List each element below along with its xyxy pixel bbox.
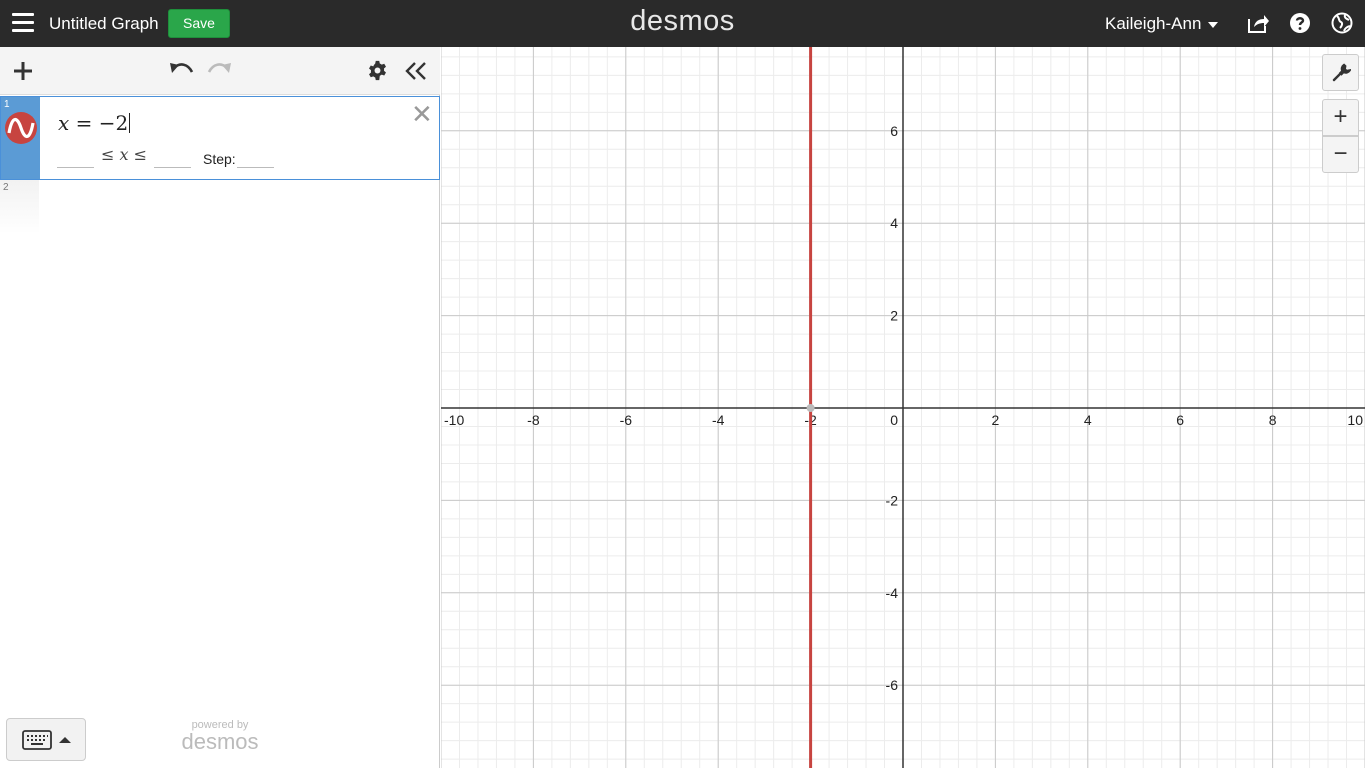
graph-title[interactable]: Untitled Graph xyxy=(49,14,159,34)
x-tick-label: 2 xyxy=(992,412,1000,428)
x-tick-label: 6 xyxy=(1176,412,1184,428)
expression-number: 1 xyxy=(4,99,10,110)
close-icon[interactable]: ✕ xyxy=(411,101,433,127)
x-tick-label: 8 xyxy=(1269,412,1277,428)
y-tick-label: -6 xyxy=(886,677,899,693)
save-button[interactable]: Save xyxy=(168,9,230,38)
chevron-down-icon xyxy=(1208,21,1219,28)
gear-icon[interactable] xyxy=(367,60,388,81)
redo-icon[interactable] xyxy=(207,59,233,79)
keyboard-icon xyxy=(22,730,52,750)
graph-paper[interactable]: -10-8-6-4-20246810642-2-4-6 xyxy=(441,47,1365,768)
y-tick-label: -4 xyxy=(886,585,899,601)
user-name: Kaileigh-Ann xyxy=(1105,14,1202,33)
x-tick-label: 0 xyxy=(890,412,898,428)
share-icon[interactable] xyxy=(1246,11,1270,35)
expression-panel: 1 x = −2 ✕ ≤ x ≤ Step: 2 powered by desm… xyxy=(0,47,440,768)
chevron-up-icon xyxy=(59,737,71,743)
math-var: x xyxy=(58,111,70,135)
step-input[interactable] xyxy=(237,148,274,168)
leq-symbol: ≤ xyxy=(133,145,148,164)
zoom-out-button[interactable]: − xyxy=(1322,136,1359,173)
x-tick-label: -4 xyxy=(712,412,725,428)
graph-settings-button[interactable] xyxy=(1322,54,1359,91)
x-tick-label: -6 xyxy=(620,412,633,428)
expression-toolbar xyxy=(0,47,440,95)
step-label: Step: xyxy=(203,151,236,167)
x-tick-label: -8 xyxy=(527,412,540,428)
y-tick-label: 6 xyxy=(890,123,898,139)
expression-tab: 1 xyxy=(1,97,40,179)
undo-icon[interactable] xyxy=(168,59,194,79)
globe-icon[interactable] xyxy=(1330,11,1354,35)
expression-tab: 2 xyxy=(0,180,39,234)
y-tick-label: 4 xyxy=(890,215,898,231)
powered-by-desmos[interactable]: powered by desmos xyxy=(178,719,262,753)
wrench-icon xyxy=(1332,63,1352,82)
math-value: −2 xyxy=(98,111,129,135)
x-tick-label: 10 xyxy=(1347,412,1363,428)
expression-number: 2 xyxy=(3,182,9,193)
text-cursor xyxy=(129,113,131,133)
keyboard-toggle-button[interactable] xyxy=(6,718,86,761)
domain-lower-input[interactable] xyxy=(57,148,94,168)
menu-icon[interactable] xyxy=(12,13,34,32)
desmos-app: Untitled Graph Save desmos Kaileigh-Ann xyxy=(0,0,1365,768)
math-input[interactable]: x = −2 xyxy=(58,111,131,135)
domain-inequality: ≤ x ≤ xyxy=(101,145,147,169)
y-tick-label: -2 xyxy=(886,492,899,508)
domain-upper-input[interactable] xyxy=(154,148,191,168)
zoom-in-button[interactable]: + xyxy=(1322,99,1359,136)
graph-canvas[interactable]: -10-8-6-4-20246810642-2-4-6 xyxy=(441,47,1365,768)
math-op: = xyxy=(75,111,93,135)
help-icon[interactable] xyxy=(1288,11,1312,35)
x-tick-label: 4 xyxy=(1084,412,1092,428)
collapse-icon[interactable] xyxy=(404,60,428,82)
expression-color-icon[interactable] xyxy=(4,111,38,145)
intercept-point[interactable] xyxy=(806,404,815,412)
x-tick-label: -10 xyxy=(444,412,464,428)
leq-symbol: ≤ xyxy=(101,145,115,164)
add-icon[interactable] xyxy=(12,60,34,82)
user-menu[interactable]: Kaileigh-Ann xyxy=(1105,14,1219,34)
domain-var: x xyxy=(119,145,129,164)
powered-logo: desmos xyxy=(181,729,259,754)
expression-item-2[interactable]: 2 xyxy=(0,180,440,234)
top-header: Untitled Graph Save desmos Kaileigh-Ann xyxy=(0,0,1365,47)
expression-item-1[interactable]: 1 x = −2 ✕ ≤ x ≤ Step: xyxy=(0,96,440,180)
y-tick-label: 2 xyxy=(890,308,898,324)
